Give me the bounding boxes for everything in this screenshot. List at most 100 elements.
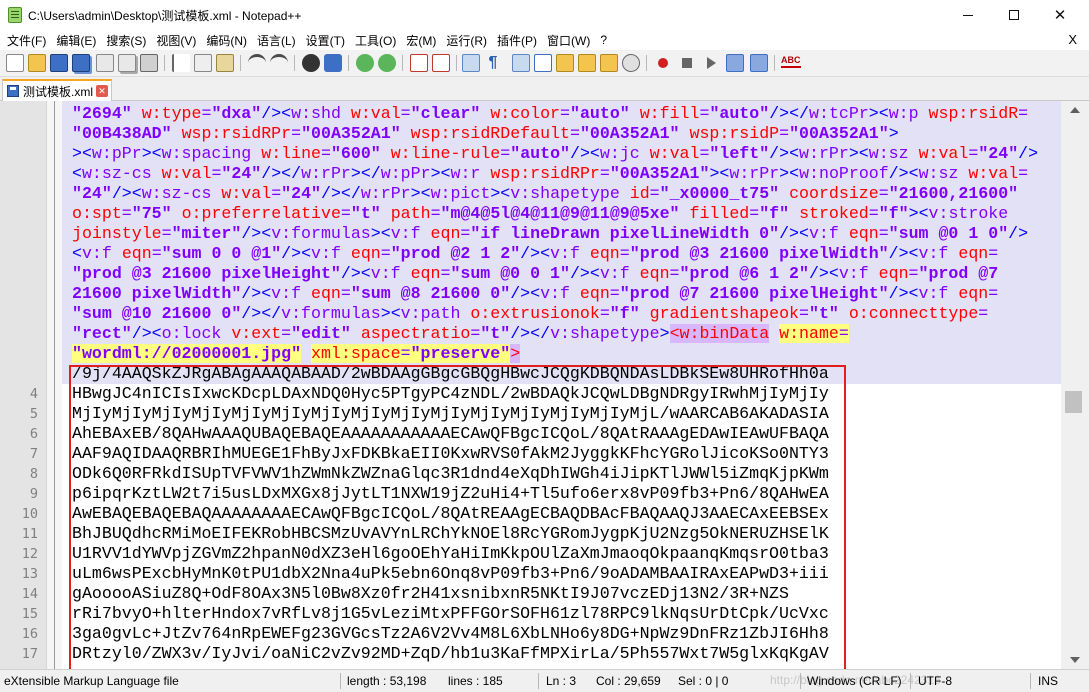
menu-window[interactable]: 窗口(W)	[542, 32, 595, 49]
code-token: w:color	[490, 104, 561, 123]
function-list-icon[interactable]	[578, 54, 596, 72]
vertical-scrollbar[interactable]	[1061, 101, 1089, 669]
status-insert-mode[interactable]: INS	[1038, 674, 1058, 688]
scroll-down-icon[interactable]	[1070, 657, 1080, 663]
record-macro-icon[interactable]	[654, 54, 672, 72]
status-filetype: eXtensible Markup Language file	[4, 674, 179, 688]
code-line[interactable]: "sum @10 21600 0"/></v:formulas><v:path …	[72, 304, 988, 324]
zoom-in-icon[interactable]	[356, 54, 374, 72]
code-token: =	[908, 264, 919, 283]
code-token: /><	[111, 184, 142, 203]
line-number: 16	[21, 626, 38, 642]
udl-icon[interactable]	[534, 54, 552, 72]
save-all-icon[interactable]	[72, 54, 90, 72]
find-icon[interactable]	[302, 54, 320, 72]
code-token: <	[72, 244, 82, 263]
paste-icon[interactable]	[216, 54, 234, 72]
menu-settings[interactable]: 设置(T)	[301, 32, 350, 49]
code-token: /><	[520, 244, 551, 263]
code-line[interactable]: "2694" w:type="dxa"/><w:shd w:val="clear…	[72, 104, 1028, 124]
folder-workspace-icon[interactable]	[600, 54, 618, 72]
code-line[interactable]: "rect"/><o:lock v:ext="edit" aspectratio…	[72, 324, 849, 344]
fold-margin[interactable]	[46, 101, 62, 669]
copy-icon[interactable]	[194, 54, 212, 72]
tab-document[interactable]: 测试模板.xml ✕	[2, 79, 112, 101]
code-line[interactable]: "wordml://02000001.jpg" xml:space="prese…	[72, 344, 521, 364]
code-token: w:sz	[918, 164, 969, 183]
scroll-thumb[interactable]	[1065, 391, 1082, 413]
editor[interactable]: 4 5 6 7 8 9 10 11 12 13 14 15 16 17 "2694" w:type = "dx…	[0, 101, 1089, 672]
sync-vertical-icon[interactable]	[410, 54, 428, 72]
menu-search[interactable]: 搜索(S)	[101, 32, 151, 49]
playback-icon[interactable]	[702, 54, 720, 72]
menu-view[interactable]: 视图(V)	[151, 32, 201, 49]
run-macro-multiple-icon[interactable]	[726, 54, 744, 72]
menu-plugins[interactable]: 插件(P)	[492, 32, 542, 49]
menu-language[interactable]: 语言(L)	[252, 32, 301, 49]
code-line[interactable]: 21600 pixelWidth"/><v:f eqn="sum @8 2160…	[72, 284, 998, 304]
code-token: "sum @10 21600 0"	[72, 304, 242, 323]
code-token: "edit"	[291, 324, 351, 343]
open-file-icon[interactable]	[28, 54, 46, 72]
status-eol[interactable]: Windows (CR LF)	[807, 674, 902, 688]
code-token: /><	[340, 264, 371, 283]
menu-edit[interactable]: 编辑(E)	[51, 32, 101, 49]
code-token: wsp:rsidRPr	[490, 164, 600, 183]
code-token: w:r	[450, 164, 491, 183]
code-line[interactable]: "24"/><w:sz-cs w:val="24"/></w:rPr><w:pi…	[72, 184, 1018, 204]
menu-help[interactable]: ?	[595, 33, 612, 47]
doc-map-icon[interactable]	[556, 54, 574, 72]
new-file-icon[interactable]	[6, 54, 24, 72]
minimize-button[interactable]	[945, 0, 991, 30]
cut-icon[interactable]	[172, 54, 190, 72]
scroll-up-icon[interactable]	[1070, 107, 1080, 113]
code-line[interactable]: <v:f eqn="sum 0 0 @1"/><v:f eqn="prod @2…	[72, 244, 998, 264]
code-line[interactable]: "00B438AD" wsp:rsidRPr="00A352A1" wsp:rs…	[72, 124, 899, 144]
show-all-characters-icon[interactable]: ¶	[484, 54, 502, 72]
spell-check-icon[interactable]: ABC	[781, 54, 801, 68]
menu-run[interactable]: 运行(R)	[441, 32, 492, 49]
menu-encoding[interactable]: 编码(N)	[201, 32, 252, 49]
word-wrap-icon[interactable]	[462, 54, 480, 72]
status-selection: Sel : 0 | 0	[678, 674, 729, 688]
code-line[interactable]: <w:sz-cs w:val="24"/></w:rPr></w:pPr><w:…	[72, 164, 1028, 184]
toolbar-separator	[348, 55, 349, 71]
close-file-icon[interactable]	[96, 54, 114, 72]
tab-close-icon[interactable]: ✕	[96, 85, 108, 97]
stop-recording-icon[interactable]	[678, 54, 696, 72]
indent-guide-icon[interactable]	[512, 54, 530, 72]
code-line[interactable]: ><w:pPr><w:spacing w:line="600" w:line-r…	[72, 144, 1038, 164]
code-token: w:pPr	[380, 164, 431, 183]
line-number: 13	[21, 566, 38, 582]
close-all-icon[interactable]	[118, 54, 136, 72]
replace-icon[interactable]	[324, 54, 342, 72]
code-line[interactable]: joinstyle="miter"/><v:formulas><v:f eqn=…	[72, 224, 1028, 244]
close-document-button[interactable]: X	[1068, 32, 1077, 47]
print-icon[interactable]	[140, 54, 158, 72]
zoom-out-icon[interactable]	[378, 54, 396, 72]
code-token: =	[460, 224, 471, 243]
code-token: "m@4@5l@4@11@9@11@9@5xe"	[440, 204, 680, 223]
save-icon[interactable]	[50, 54, 68, 72]
close-window-button[interactable]: ✕	[1037, 0, 1083, 30]
menu-file[interactable]: 文件(F)	[2, 32, 51, 49]
monitoring-icon[interactable]	[622, 54, 640, 72]
menu-macro[interactable]: 宏(M)	[401, 32, 441, 49]
line-number: 15	[21, 606, 38, 622]
code-token: "prod @3 21600 pixelWidth"	[629, 244, 889, 263]
code-token: w:val	[161, 164, 212, 183]
redo-icon[interactable]	[270, 54, 288, 72]
code-line[interactable]: "prod @3 21600 pixelHeight"/><v:f eqn="s…	[72, 264, 998, 284]
window-title: C:\Users\admin\Desktop\测试模板.xml - Notepa…	[28, 9, 302, 23]
code-token: "t"	[350, 204, 381, 223]
status-encoding[interactable]: UTF-8	[918, 674, 952, 688]
save-macro-icon[interactable]	[750, 54, 768, 72]
maximize-button[interactable]	[991, 0, 1037, 30]
sync-horizontal-icon[interactable]	[432, 54, 450, 72]
code-token: =	[1018, 164, 1029, 183]
menu-tools[interactable]: 工具(O)	[350, 32, 401, 49]
code-line[interactable]: o:spt="75" o:preferrelative="t" path="m@…	[72, 204, 1008, 224]
undo-icon[interactable]	[248, 54, 266, 72]
